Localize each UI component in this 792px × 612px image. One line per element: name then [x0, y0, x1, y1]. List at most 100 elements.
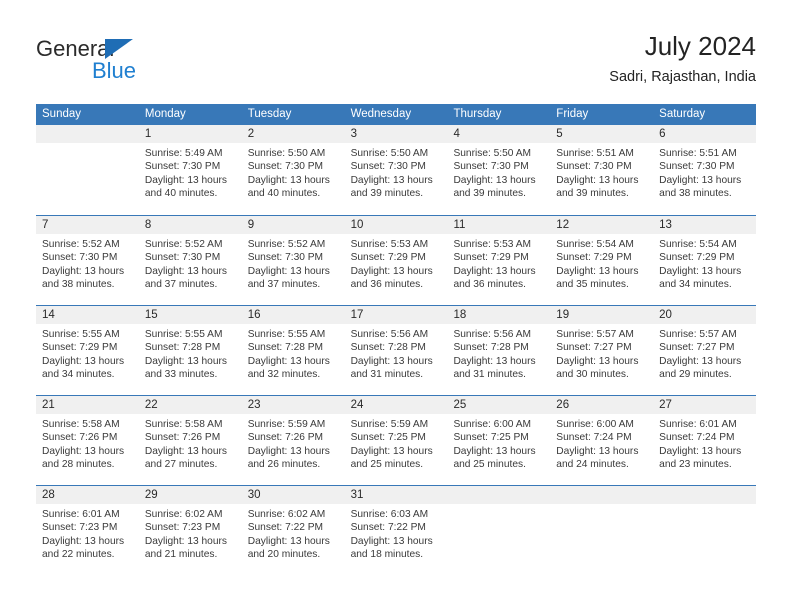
- day-info-sunset: Sunset: 7:27 PM: [659, 342, 735, 354]
- day-cell[interactable]: 5 Sunrise: 5:51 AM Sunset: 7:30 PM Daylight…: [550, 125, 654, 215]
- day-info-sunrise: Sunrise: 5:59 AM: [247, 419, 326, 430]
- day-cell[interactable]: 25 Sunrise: 6:00 AM Sunset: 7:25 PM Dayligh…: [447, 396, 551, 485]
- day-number: 30: [241, 486, 345, 504]
- day-cell[interactable]: 8 Sunrise: 5:52 AM Sunset: 7:30 PM Daylight…: [138, 216, 242, 305]
- day-info-sunrise: Sunrise: 6:03 AM: [350, 509, 429, 520]
- day-cell[interactable]: 31 Sunrise: 6:03 AM Sunset: 7:22 PM Dayligh…: [344, 486, 448, 575]
- day-number: 26: [550, 396, 654, 414]
- day-cell[interactable]: 11 Sunrise: 5:53 AM Sunset: 7:29 PM Dayligh…: [447, 216, 551, 305]
- day-info-daylight-line2: and 20 minutes.: [247, 549, 321, 561]
- week-row: 14 Sunrise: 5:55 AM Sunset: 7:29 PM Dayligh…: [36, 305, 757, 395]
- day-info-sunset: Sunset: 7:29 PM: [350, 252, 426, 264]
- day-info-daylight-line2: and 38 minutes.: [42, 279, 115, 291]
- page-subtitle: Sadri, Rajasthan, India: [609, 69, 756, 85]
- day-number: [36, 125, 139, 143]
- day-cell[interactable]: 27 Sunrise: 6:01 AM Sunset: 7:24 PM Dayligh…: [653, 396, 757, 485]
- day-number: 24: [344, 396, 448, 414]
- day-info-sunrise: Sunrise: 6:02 AM: [247, 509, 326, 520]
- weekday-header-tuesday: Tuesday: [247, 108, 292, 120]
- day-cell[interactable]: 29 Sunrise: 6:02 AM Sunset: 7:23 PM Dayligh…: [138, 486, 242, 575]
- day-cell[interactable]: 7 Sunrise: 5:52 AM Sunset: 7:30 PM Daylight…: [36, 216, 139, 305]
- day-info-daylight-line1: Daylight: 13 hours: [659, 174, 742, 186]
- day-info-sunset: Sunset: 7:26 PM: [42, 432, 118, 444]
- day-info: Sunrise: 5:50 AM Sunset: 7:30 PM Daylight:…: [345, 143, 448, 201]
- day-info: Sunrise: 5:49 AM Sunset: 7:30 PM Daylight:…: [139, 143, 242, 201]
- day-info: Sunrise: 5:55 AM Sunset: 7:28 PM Daylight:…: [242, 324, 345, 382]
- day-info: Sunrise: 5:55 AM Sunset: 7:29 PM Daylight:…: [36, 324, 139, 382]
- day-cell[interactable]: 28 Sunrise: 6:01 AM Sunset: 7:23 PM Dayligh…: [36, 486, 139, 575]
- day-info-daylight-line1: Daylight: 13 hours: [556, 355, 639, 367]
- day-cell[interactable]: 13 Sunrise: 5:54 AM Sunset: 7:29 PM Dayligh…: [653, 216, 757, 305]
- week-row: 1 Sunrise: 5:49 AM Sunset: 7:30 PM Daylight…: [36, 125, 757, 215]
- weekday-header-thursday: Thursday: [453, 108, 502, 120]
- day-cell[interactable]: 26 Sunrise: 6:00 AM Sunset: 7:24 PM Dayligh…: [550, 396, 654, 485]
- day-cell[interactable]: 17 Sunrise: 5:56 AM Sunset: 7:28 PM Dayligh…: [344, 306, 448, 395]
- day-info-daylight-line2: and 37 minutes.: [144, 279, 218, 291]
- day-number: 19: [550, 306, 654, 324]
- day-number: [653, 486, 757, 504]
- day-cell[interactable]: 24 Sunrise: 5:59 AM Sunset: 7:25 PM Dayligh…: [344, 396, 448, 485]
- general-blue-logo[interactable]: General Blue: [36, 36, 216, 86]
- day-info-daylight-line2: and 18 minutes.: [350, 549, 424, 561]
- day-info-daylight-line2: and 27 minutes.: [144, 459, 218, 471]
- day-info-daylight-line1: Daylight: 13 hours: [247, 535, 330, 547]
- day-cell[interactable]: 12 Sunrise: 5:54 AM Sunset: 7:29 PM Dayligh…: [550, 216, 654, 305]
- day-cell[interactable]: 4 Sunrise: 5:50 AM Sunset: 7:30 PM Daylight…: [447, 125, 551, 215]
- day-number: 4: [447, 125, 551, 143]
- day-cell[interactable]: 22 Sunrise: 5:58 AM Sunset: 7:26 PM Dayligh…: [138, 396, 242, 485]
- day-number: 3: [344, 125, 448, 143]
- day-number: 23: [241, 396, 345, 414]
- day-info: Sunrise: 5:51 AM Sunset: 7:30 PM Daylight:…: [550, 143, 653, 201]
- day-cell[interactable]: 6 Sunrise: 5:51 AM Sunset: 7:30 PM Daylight…: [653, 125, 757, 215]
- day-info-daylight-line2: and 36 minutes.: [350, 279, 424, 291]
- day-info-sunrise: Sunrise: 5:58 AM: [144, 419, 223, 430]
- day-cell[interactable]: 16 Sunrise: 5:55 AM Sunset: 7:28 PM Dayligh…: [241, 306, 345, 395]
- day-info-sunset: Sunset: 7:23 PM: [144, 522, 221, 534]
- day-info-sunrise: Sunrise: 5:52 AM: [144, 239, 223, 250]
- day-info-daylight-line2: and 21 minutes.: [144, 549, 218, 561]
- day-cell[interactable]: 20 Sunrise: 5:57 AM Sunset: 7:27 PM Dayligh…: [653, 306, 757, 395]
- day-info: Sunrise: 5:58 AM Sunset: 7:26 PM Daylight:…: [36, 414, 139, 472]
- day-info-daylight-line2: and 36 minutes.: [453, 279, 526, 291]
- day-number: 1: [138, 125, 242, 143]
- day-cell[interactable]: 1 Sunrise: 5:49 AM Sunset: 7:30 PM Daylight…: [138, 125, 242, 215]
- day-info-daylight-line2: and 31 minutes.: [453, 369, 526, 381]
- day-cell[interactable]: 10 Sunrise: 5:53 AM Sunset: 7:29 PM Dayligh…: [344, 216, 448, 305]
- day-number: [447, 486, 551, 504]
- day-info-sunrise: Sunrise: 5:50 AM: [247, 148, 326, 159]
- day-info-sunrise: Sunrise: 5:58 AM: [42, 419, 120, 430]
- day-cell[interactable]: 15 Sunrise: 5:55 AM Sunset: 7:28 PM Dayligh…: [138, 306, 242, 395]
- day-cell[interactable]: 19 Sunrise: 5:57 AM Sunset: 7:27 PM Dayligh…: [550, 306, 654, 395]
- day-number: [550, 486, 654, 504]
- day-number: 17: [344, 306, 448, 324]
- day-info-sunset: Sunset: 7:22 PM: [350, 522, 426, 534]
- day-info-daylight-line1: Daylight: 13 hours: [144, 445, 227, 457]
- day-info-sunrise: Sunrise: 5:49 AM: [144, 148, 223, 159]
- day-cell-empty: [447, 486, 551, 575]
- day-info-sunset: Sunset: 7:28 PM: [144, 342, 221, 354]
- day-info-daylight-line2: and 37 minutes.: [247, 279, 321, 291]
- day-cell[interactable]: 2 Sunrise: 5:50 AM Sunset: 7:30 PM Daylight…: [241, 125, 345, 215]
- day-info-sunrise: Sunrise: 6:00 AM: [556, 419, 634, 430]
- day-info-daylight-line1: Daylight: 13 hours: [42, 265, 125, 277]
- day-info-sunset: Sunset: 7:30 PM: [144, 161, 221, 173]
- day-cell[interactable]: 18 Sunrise: 5:56 AM Sunset: 7:28 PM Dayligh…: [447, 306, 551, 395]
- day-cell[interactable]: 9 Sunrise: 5:52 AM Sunset: 7:30 PM Daylight…: [241, 216, 345, 305]
- day-info-sunset: Sunset: 7:25 PM: [350, 432, 426, 444]
- day-cell[interactable]: 21 Sunrise: 5:58 AM Sunset: 7:26 PM Dayligh…: [36, 396, 139, 485]
- day-info-daylight-line2: and 40 minutes.: [247, 188, 321, 200]
- day-cell[interactable]: 3 Sunrise: 5:50 AM Sunset: 7:30 PM Daylight…: [344, 125, 448, 215]
- day-info: Sunrise: 5:53 AM Sunset: 7:29 PM Daylight:…: [447, 234, 550, 292]
- title-block: July 2024 Sadri, Rajasthan, India: [609, 30, 756, 88]
- day-info-sunset: Sunset: 7:23 PM: [42, 522, 118, 534]
- day-info-daylight-line2: and 40 minutes.: [144, 188, 218, 200]
- day-info-sunrise: Sunrise: 6:01 AM: [659, 419, 737, 430]
- day-info-daylight-line1: Daylight: 13 hours: [42, 445, 125, 457]
- day-info-sunrise: Sunrise: 5:54 AM: [556, 239, 634, 250]
- day-info-daylight-line2: and 39 minutes.: [453, 188, 526, 200]
- day-cell[interactable]: 14 Sunrise: 5:55 AM Sunset: 7:29 PM Dayligh…: [36, 306, 139, 395]
- day-cell[interactable]: 23 Sunrise: 5:59 AM Sunset: 7:26 PM Dayligh…: [241, 396, 345, 485]
- day-info-daylight-line2: and 34 minutes.: [42, 369, 115, 381]
- day-cell[interactable]: 30 Sunrise: 6:02 AM Sunset: 7:22 PM Dayligh…: [241, 486, 345, 575]
- day-info: Sunrise: 5:53 AM Sunset: 7:29 PM Daylight:…: [345, 234, 448, 292]
